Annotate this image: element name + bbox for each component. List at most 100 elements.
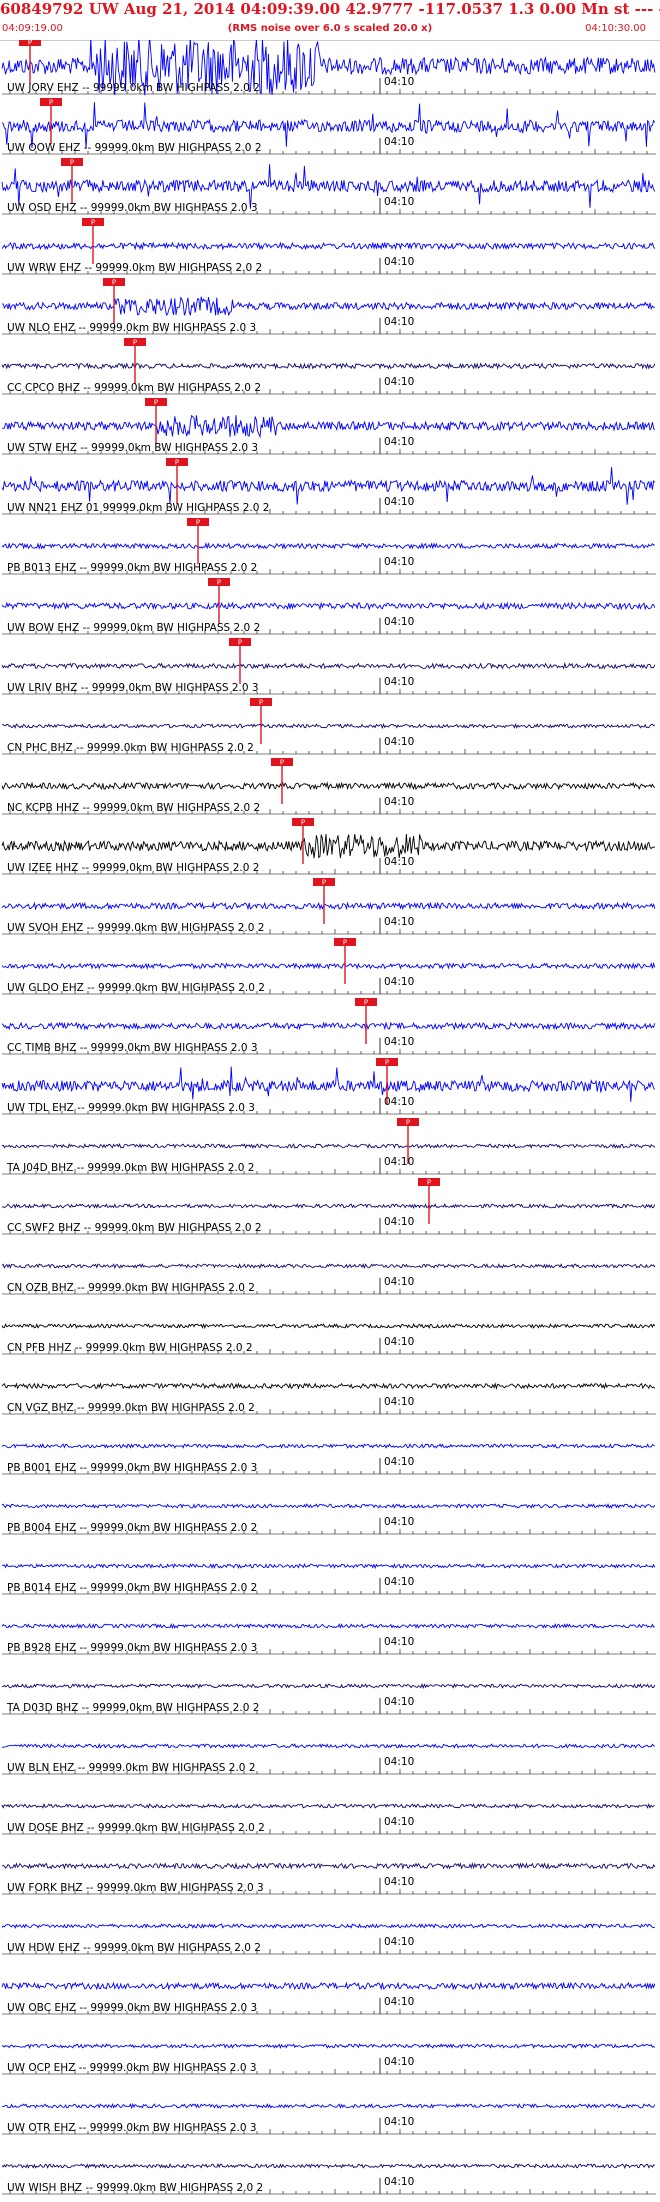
station-label: UW FORK BHZ -- 99999.0km BW HIGHPASS 2.0… [7,1882,264,1894]
waveform-trace [1,781,656,791]
waveform-trace [1,901,656,911]
pick-label: P [259,699,263,707]
pick-label: P [175,459,179,467]
station-label: UW SVOH EHZ -- 99999.0km BW HIGHPASS 2.0… [7,922,265,934]
waveform-trace [1,1802,655,1810]
pick-label: P [217,579,221,587]
waveform-trace [1,414,656,439]
time-tick-label: 04:10 [384,1636,415,1648]
time-tick-label: 04:10 [384,796,415,808]
pick-label: P [28,40,32,47]
pick-label: P [112,279,116,287]
waveform-trace [1,961,656,970]
waveform-trace [1,601,656,611]
event-title: 60849792 UW Aug 21, 2014 04:09:39.00 42.… [0,0,660,18]
waveform-trace [1,1066,656,1102]
waveform-trace [1,296,655,317]
station-label: UW BLN EHZ -- 99999.0km BW HIGHPASS 2.0 … [7,1762,256,1774]
station-label: UW TDL EHZ -- 99999.0km BW HIGHPASS 2.0 … [7,1102,255,1114]
station-label: TA J04D BHZ -- 99999.0km BW HIGHPASS 2.0… [7,1162,255,1174]
time-tick-label: 04:10 [384,1276,415,1288]
time-tick-label: 04:10 [384,2116,415,2128]
time-tick-label: 04:10 [384,676,415,688]
time-tick-label: 04:10 [384,196,415,208]
pick-label: P [364,999,368,1007]
station-label: UW LRIV BHZ -- 99999.0km BW HIGHPASS 2.0… [7,682,259,694]
waveform-trace [1,2102,656,2110]
station-label: UW OBC EHZ -- 99999.0km BW HIGHPASS 2.0 … [7,2002,258,2014]
station-label: UW OTR EHZ -- 99999.0km BW HIGHPASS 2.0 … [7,2122,257,2134]
waveform-trace [1,661,656,670]
time-tick-label: 04:10 [384,1696,415,1708]
station-label: PB B014 EHZ -- 99999.0km BW HIGHPASS 2.0… [7,1582,258,1594]
time-tick-label: 04:10 [384,1456,415,1468]
time-tick-label: 04:10 [384,1156,415,1168]
station-label: UW OCP EHZ -- 99999.0km BW HIGHPASS 2.0 … [7,2062,257,2074]
time-tick-label: 04:10 [384,1996,415,2008]
pick-label: P [427,1179,431,1187]
time-tick-label: 04:10 [384,436,415,448]
seismogram-panel[interactable]: P P P P P P P P P P P P P P P P P P P P UW JORV EHZ -- 9999… [0,36,660,2198]
waveform-trace [1,2043,656,2050]
station-label: TA D03D BHZ -- 99999.0km BW HIGHPASS 2.0… [7,1702,260,1714]
waveform-trace [1,2163,655,2169]
station-label: UW DOSE BHZ -- 99999.0km BW HIGHPASS 2.0… [7,1822,265,1834]
pick-label: P [196,519,200,527]
time-tick-label: 04:10 [384,616,415,628]
pick-label: P [154,399,158,407]
station-label: CC CPCO BHZ -- 99999.0km BW HIGHPASS 2.0… [7,382,262,394]
pick-label: P [322,879,326,887]
station-label: UW WISH BHZ -- 99999.0km BW HIGHPASS 2.0… [7,2182,264,2194]
waveform-trace [1,1682,656,1690]
time-tick-label: 04:10 [384,736,415,748]
pick-label: P [406,1119,410,1127]
time-tick-label: 04:10 [384,1876,415,1888]
time-tick-label: 04:10 [384,1396,415,1408]
time-tick-label: 04:10 [384,556,415,568]
waveform-trace [1,1382,656,1390]
station-label: NC KCPB HHZ -- 99999.0km BW HIGHPASS 2.0… [7,802,261,814]
time-tick-label: 04:10 [384,1936,415,1948]
pick-label: P [70,159,74,167]
waveform-trace [1,1981,656,1991]
time-tick-label: 04:10 [384,316,415,328]
pick-label: P [133,339,137,347]
waveform-trace [1,1021,656,1031]
waveform-trace [1,362,656,370]
waveform-trace [1,1263,656,1270]
station-label: UW GLDO EHZ -- 99999.0km BW HIGHPASS 2.0… [7,982,265,994]
time-tick-label: 04:10 [384,76,415,88]
time-tick-label: 04:10 [384,1036,415,1048]
time-tick-label: 04:10 [384,1576,415,1588]
pick-label: P [49,99,53,107]
waveform-trace [1,1742,655,1749]
waveform-trace [1,542,655,550]
waveform-trace [1,833,655,859]
time-tick-label: 04:10 [384,376,415,388]
waveform-trace [1,1622,655,1629]
waveform-trace [1,1563,656,1570]
time-tick-label: 04:10 [384,136,415,148]
pick-label: P [238,639,242,647]
pick-label: P [280,759,284,767]
record-header: 60849792 UW Aug 21, 2014 04:09:39.00 42.… [0,0,660,41]
station-label: PB B013 EHZ -- 99999.0km BW HIGHPASS 2.0… [7,562,258,574]
station-label: CN VGZ BHZ -- 99999.0km BW HIGHPASS 2.0 … [7,1402,255,1414]
waveform-trace [1,241,656,251]
station-label: CN PFB HHZ -- 99999.0km BW HIGHPASS 2.0 … [7,1342,253,1354]
time-range-bar: 04:09:19.00 (RMS noise over 6.0 s scaled… [0,20,660,38]
waveform-trace [1,1143,656,1149]
time-tick-label: 04:10 [384,1516,415,1528]
station-label: CN OZB BHZ -- 99999.0km BW HIGHPASS 2.0 … [7,1282,255,1294]
station-label: CC TIMB BHZ -- 99999.0km BW HIGHPASS 2.0… [7,1042,258,1054]
station-label: UW JORV EHZ -- 99999.0km BW HIGHPASS 2.0… [7,82,260,94]
waveform-trace [1,1923,656,1929]
time-tick-label: 04:10 [384,2056,415,2068]
time-tick-label: 04:10 [384,916,415,928]
time-tick-label: 04:10 [384,1096,415,1108]
waveform-trace [1,1323,656,1330]
station-label: UW WRW EHZ -- 99999.0km BW HIGHPASS 2.0 … [7,262,263,274]
waveform-trace [1,1203,656,1210]
time-tick-label: 04:10 [384,1816,415,1828]
waveform-trace [1,722,656,730]
